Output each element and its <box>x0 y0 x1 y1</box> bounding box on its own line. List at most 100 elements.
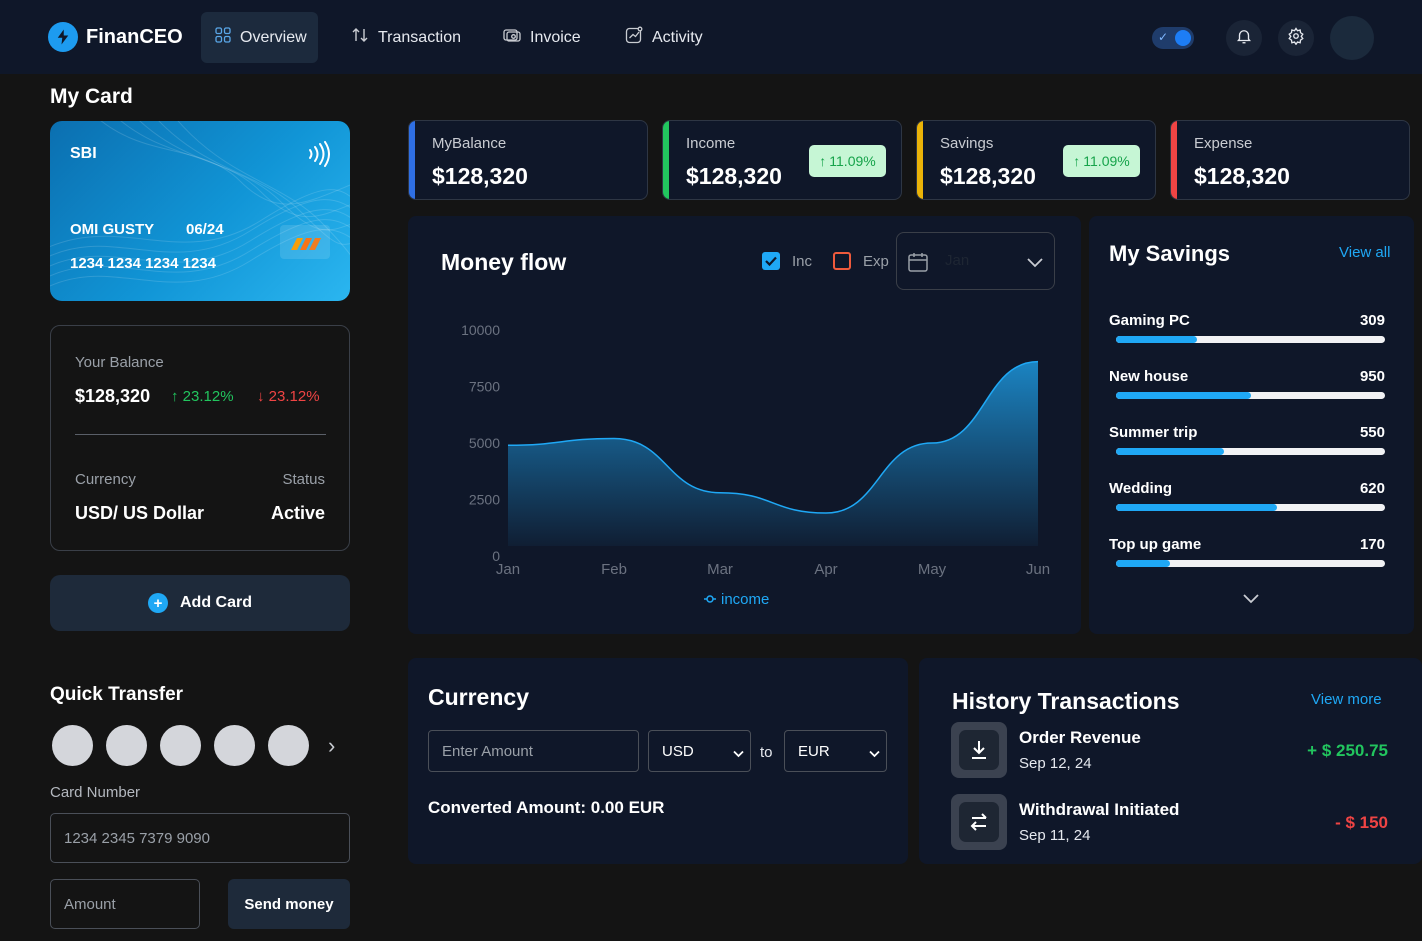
check-icon: ✓ <box>1158 30 1169 44</box>
gear-icon <box>1287 26 1305 50</box>
from-currency-select[interactable]: USD <box>648 730 751 772</box>
savings-progress-fill <box>1116 336 1197 343</box>
quick-transfer-heading: Quick Transfer <box>50 684 184 705</box>
savings-item-name: Gaming PC <box>1109 312 1190 329</box>
card-number: 1234 1234 1234 1234 <box>70 255 216 272</box>
transaction-name: Withdrawal Initiated <box>1019 800 1180 819</box>
x-tick-label: Jun <box>1026 561 1050 578</box>
stat-card-expense: Expense $128,320 <box>1170 120 1410 200</box>
transaction-date: Sep 11, 24 <box>1019 827 1091 844</box>
savings-item-name: New house <box>1109 368 1189 385</box>
app-name: FinanCEO <box>86 25 183 48</box>
x-tick-label: Apr <box>814 561 837 578</box>
stat-badge: ↑ 11.09% <box>809 145 886 177</box>
balance-divider <box>75 434 326 435</box>
stat-label: Income <box>686 135 736 152</box>
savings-item-name: Wedding <box>1109 480 1173 497</box>
card-number-label: Card Number <box>50 784 141 801</box>
savings-progress-fill <box>1116 560 1170 567</box>
stat-accent <box>409 121 415 199</box>
savings-progress-track <box>1116 560 1385 567</box>
from-currency-value: USD <box>662 742 694 760</box>
stat-label: MyBalance <box>432 135 507 152</box>
currency-title: Currency <box>428 684 529 710</box>
theme-toggle[interactable]: ✓ <box>1152 27 1194 49</box>
legend-marker <box>706 595 714 603</box>
savings-item-value: 950 <box>1359 368 1385 385</box>
contactless-icon <box>306 141 330 172</box>
nav-invoice[interactable]: Invoice <box>489 12 595 63</box>
balance-change-up-value: 23.12% <box>182 388 234 405</box>
app-logo[interactable]: FinanCEO <box>48 22 183 52</box>
my-card-heading: My Card <box>50 85 133 108</box>
stat-accent <box>663 121 669 199</box>
contact-avatar[interactable] <box>214 725 255 766</box>
transaction-icon <box>951 794 1007 850</box>
arrow-up-icon: ↑ <box>1073 153 1081 169</box>
notifications-button[interactable] <box>1226 20 1262 56</box>
add-card-button[interactable]: + Add Card <box>50 575 350 631</box>
currency-panel: Currency Enter Amount USD to EUR Convert… <box>408 658 908 864</box>
history-view-more-link[interactable]: View more <box>1311 691 1382 708</box>
savings-progress-fill <box>1116 448 1224 455</box>
nav-activity[interactable]: Activity <box>611 12 717 63</box>
arrows-updown-icon <box>351 27 369 48</box>
stat-label: Expense <box>1194 135 1253 152</box>
contact-avatar[interactable] <box>160 725 201 766</box>
nav-overview-label: Overview <box>240 28 307 46</box>
credit-card[interactable]: SBI OMI GUSTY 06/24 1234 1234 1234 1234 <box>50 121 350 301</box>
y-tick-label: 7500 <box>469 379 500 395</box>
nav-activity-label: Activity <box>652 28 703 46</box>
grid-icon <box>215 27 231 48</box>
stat-badge-value: 11.09% <box>1083 153 1130 169</box>
settings-button[interactable] <box>1278 20 1314 56</box>
nav-transaction[interactable]: Transaction <box>337 12 475 63</box>
user-avatar[interactable] <box>1330 16 1374 60</box>
to-currency-select[interactable]: EUR <box>784 730 887 772</box>
card-bank-name: SBI <box>70 145 97 162</box>
card-holder: OMI GUSTY <box>70 221 155 238</box>
savings-view-all-link[interactable]: View all <box>1339 244 1390 261</box>
balance-change-up: ↑ 23.12% <box>171 388 234 405</box>
x-tick-label: May <box>918 561 947 578</box>
stat-badge: ↑ 11.09% <box>1063 145 1140 177</box>
currency-to-label: to <box>760 744 773 761</box>
status-label: Status <box>282 471 325 488</box>
contact-avatar[interactable] <box>268 725 309 766</box>
status-value: Active <box>270 503 325 523</box>
history-title: History Transactions <box>952 688 1180 714</box>
stat-card-mybalance: MyBalance $128,320 <box>408 120 648 200</box>
balance-value: $128,320 <box>75 386 151 406</box>
arrow-up-icon: ↑ <box>819 153 827 169</box>
converted-amount: Converted Amount: 0.00 EUR <box>428 798 665 817</box>
balance-label: Your Balance <box>75 354 164 371</box>
toggle-knob <box>1175 30 1191 46</box>
chevron-right-icon[interactable]: › <box>328 733 335 759</box>
savings-item-value: 550 <box>1359 424 1385 441</box>
money-flow-chart: 025005000750010000Jan Feb Mar Apr May Juninco… <box>461 322 1050 608</box>
y-tick-label: 5000 <box>469 435 500 451</box>
y-tick-label: 10000 <box>461 322 500 338</box>
receipt-icon <box>503 27 521 48</box>
balance-change-down: ↓ 23.12% <box>257 388 320 405</box>
contact-avatar[interactable] <box>106 725 147 766</box>
to-currency-value: EUR <box>798 742 830 760</box>
savings-progress-track <box>1116 448 1385 455</box>
chevron-down-icon[interactable] <box>1242 591 1260 609</box>
amount-input[interactable]: Amount <box>50 879 200 929</box>
transaction-name: Order Revenue <box>1019 728 1141 747</box>
x-tick-label: Feb <box>601 561 627 578</box>
chevron-down-icon <box>869 745 880 762</box>
balance-change-down-value: 23.12% <box>268 388 320 405</box>
contact-avatar[interactable] <box>52 725 93 766</box>
top-nav: FinanCEO Overview Transaction Invoice Ac… <box>0 0 1422 74</box>
savings-progress-track <box>1116 336 1385 343</box>
nav-invoice-label: Invoice <box>530 28 581 46</box>
transfer-icon <box>970 813 987 831</box>
nav-overview[interactable]: Overview <box>201 12 318 63</box>
currency-amount-input[interactable]: Enter Amount <box>428 730 639 772</box>
card-number-input[interactable]: 1234 2345 7379 9090 <box>50 813 350 863</box>
send-money-button[interactable]: Send money <box>228 879 350 929</box>
stat-card-savings: Savings $128,320 ↑ 11.09% <box>916 120 1156 200</box>
history-transactions-panel: History Transactions View more Order Rev… <box>919 658 1422 864</box>
